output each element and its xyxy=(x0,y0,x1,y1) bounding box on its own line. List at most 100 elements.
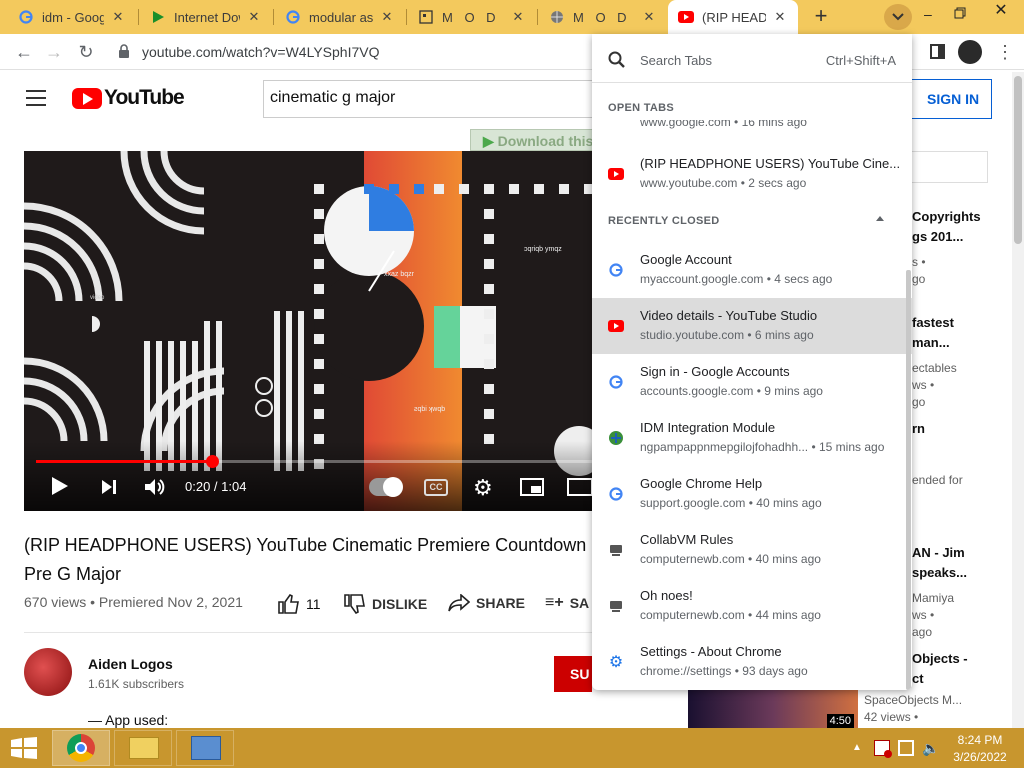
rec-meta: s • xyxy=(912,255,926,269)
browser-tab[interactable]: Internet Dow ✕ xyxy=(140,0,272,34)
channel-name[interactable]: Aiden Logos xyxy=(88,656,173,672)
captions-icon[interactable]: CC xyxy=(424,479,448,496)
side-panel-icon[interactable] xyxy=(930,44,945,59)
chip-bar[interactable] xyxy=(912,151,988,183)
recently-closed-item[interactable]: IDM Integration Module ngpampappnmepgilo… xyxy=(592,410,912,466)
page-scrollbar[interactable] xyxy=(1012,72,1024,728)
recently-closed-item[interactable]: ⚙ Settings - About Chrome chrome://setti… xyxy=(592,634,912,690)
minimize-button[interactable]: – xyxy=(924,6,932,22)
tab-title: Internet Dow xyxy=(174,9,240,25)
scrubber-handle[interactable] xyxy=(206,455,220,468)
youtube-logo-icon[interactable] xyxy=(72,88,102,109)
play-icon: ▶ xyxy=(483,133,494,149)
clock-date[interactable]: 3/26/2022 xyxy=(950,750,1010,764)
action-center-icon[interactable] xyxy=(874,740,892,758)
recently-closed-item-highlighted[interactable]: Video details - YouTube Studio studio.yo… xyxy=(592,298,912,354)
tab-item-title: CollabVM Rules xyxy=(640,532,734,547)
progress-bar[interactable] xyxy=(36,460,604,463)
thumbs-down-icon xyxy=(344,594,365,614)
browser-tab[interactable]: idm - Googl ✕ xyxy=(8,0,136,34)
recently-closed-item[interactable]: Google Chrome Help support.google.com • … xyxy=(592,466,912,522)
restore-button[interactable] xyxy=(954,6,968,20)
autoplay-toggle[interactable] xyxy=(369,477,403,497)
new-tab-button[interactable]: + xyxy=(808,4,834,30)
like-button[interactable]: 11 xyxy=(278,594,321,614)
rec-title: man... xyxy=(912,335,950,350)
recently-closed-item[interactable]: Google Account myaccount.google.com • 4 … xyxy=(592,242,912,298)
close-tab-icon[interactable]: ✕ xyxy=(110,9,126,25)
close-tab-icon[interactable]: ✕ xyxy=(246,9,262,25)
volume-icon[interactable] xyxy=(144,477,166,497)
menu-dots-icon[interactable]: ⋮ xyxy=(996,42,1014,63)
tab-strip: idm - Googl ✕ Internet Dow ✕ modular ash… xyxy=(0,0,1024,34)
avatar[interactable] xyxy=(958,40,982,64)
explorer-taskbar-button[interactable] xyxy=(114,730,172,766)
channel-avatar[interactable] xyxy=(24,648,72,696)
youtube-logo[interactable]: YouTube xyxy=(104,86,185,110)
close-tab-icon[interactable]: ✕ xyxy=(641,9,657,25)
chrome-taskbar-button[interactable] xyxy=(52,730,110,766)
recently-closed-item[interactable]: CollabVM Rules computernewb.com • 40 min… xyxy=(592,522,912,578)
tab-item-url: computernewb.com • 44 mins ago xyxy=(640,608,821,622)
scrollbar-thumb[interactable] xyxy=(1014,76,1022,244)
art-text: xxaz bqzr xyxy=(384,271,415,278)
youtube-icon xyxy=(608,166,624,182)
tab-item-url: support.google.com • 40 mins ago xyxy=(640,496,822,510)
network-icon[interactable] xyxy=(898,740,914,756)
description-line: — App used: xyxy=(88,712,169,728)
recommendation-thumbnail[interactable]: 4:50 xyxy=(688,690,858,728)
address-bar[interactable]: youtube.com/watch?v=W4LYSphI7VQ xyxy=(142,44,379,60)
save-label: SA xyxy=(569,595,590,611)
share-button[interactable]: SHARE xyxy=(448,594,525,612)
open-tab-partial[interactable]: www.google.com • 16 mins ago xyxy=(640,120,807,132)
duration-badge: 4:50 xyxy=(826,714,854,728)
settings-gear-icon[interactable]: ⚙ xyxy=(473,475,493,501)
save-button[interactable]: ≡+ SA xyxy=(545,594,589,612)
video-player[interactable]: video xxaz bqzr ƨqbi ʞwqb ɔqriqb ymqz 0:… xyxy=(24,151,616,511)
tray-expand-icon[interactable]: ▲ xyxy=(852,742,862,753)
hamburger-menu-icon[interactable] xyxy=(26,90,46,106)
back-arrow-icon[interactable]: ← xyxy=(12,40,36,64)
tab-item-title: (RIP HEADPHONE USERS) YouTube Cine... xyxy=(640,156,901,171)
lock-icon[interactable] xyxy=(118,44,130,58)
next-button-icon[interactable] xyxy=(100,478,118,496)
browser-tab[interactable]: M O D U L A ✕ xyxy=(408,0,536,34)
clock-time[interactable]: 8:24 PM xyxy=(955,733,1005,747)
recently-closed-item[interactable]: Oh noes! computernewb.com • 44 mins ago xyxy=(592,578,912,634)
close-tab-icon[interactable]: ✕ xyxy=(772,9,788,25)
miniplayer-icon[interactable] xyxy=(520,478,544,496)
chevron-down-icon xyxy=(892,13,904,21)
tab-search-button[interactable] xyxy=(884,4,912,30)
close-tab-icon[interactable]: ✕ xyxy=(510,9,526,25)
window-close-button[interactable]: ✕ xyxy=(978,0,1024,22)
dropdown-scrollbar[interactable] xyxy=(906,270,911,690)
close-tab-icon[interactable]: ✕ xyxy=(379,9,395,25)
recently-closed-item[interactable]: Sign in - Google Accounts accounts.googl… xyxy=(592,354,912,410)
tab-item-title: Video details - YouTube Studio xyxy=(640,308,818,323)
browser-tab-active[interactable]: (RIP HEADPH ✕ xyxy=(668,0,798,34)
control-panel-taskbar-button[interactable] xyxy=(176,730,234,766)
collapse-arrow-icon[interactable] xyxy=(876,216,884,221)
tab-search-input[interactable]: Search Tabs xyxy=(640,53,712,68)
share-arrow-icon xyxy=(448,594,470,612)
subscribe-button[interactable]: SU xyxy=(554,656,592,692)
dislike-button[interactable]: DISLIKE xyxy=(344,594,427,614)
play-button-icon[interactable] xyxy=(52,477,68,495)
rec-title: rn xyxy=(912,421,925,436)
recommendation[interactable]: rn ended for xyxy=(912,419,1012,487)
video-title: (RIP HEADPHONE USERS) YouTube Cinematic … xyxy=(24,535,587,584)
rec-meta: go xyxy=(912,395,926,409)
reload-icon[interactable]: ↻ xyxy=(74,40,98,64)
browser-tab[interactable]: modular ash ✕ xyxy=(275,0,405,34)
recommendation[interactable]: fastest man... ectables ws • go xyxy=(912,313,1012,409)
theater-mode-icon[interactable] xyxy=(567,478,593,496)
recommendation[interactable]: AN - Jim speaks... Mamiya ws • ago xyxy=(912,543,1012,639)
recommendation[interactable]: Copyrights gs 201... s • go xyxy=(912,207,1012,286)
volume-tray-icon[interactable]: 🔈 xyxy=(922,740,939,757)
browser-tab[interactable]: M O D U L A ✕ xyxy=(539,0,667,34)
download-badge[interactable]: ▶ Download this xyxy=(470,129,600,151)
open-tab-item[interactable]: (RIP HEADPHONE USERS) YouTube Cine... ww… xyxy=(592,146,912,202)
search-input[interactable]: cinematic g major xyxy=(263,80,603,118)
windows-start-icon[interactable] xyxy=(10,737,38,759)
forward-arrow-icon[interactable]: → xyxy=(42,40,66,64)
